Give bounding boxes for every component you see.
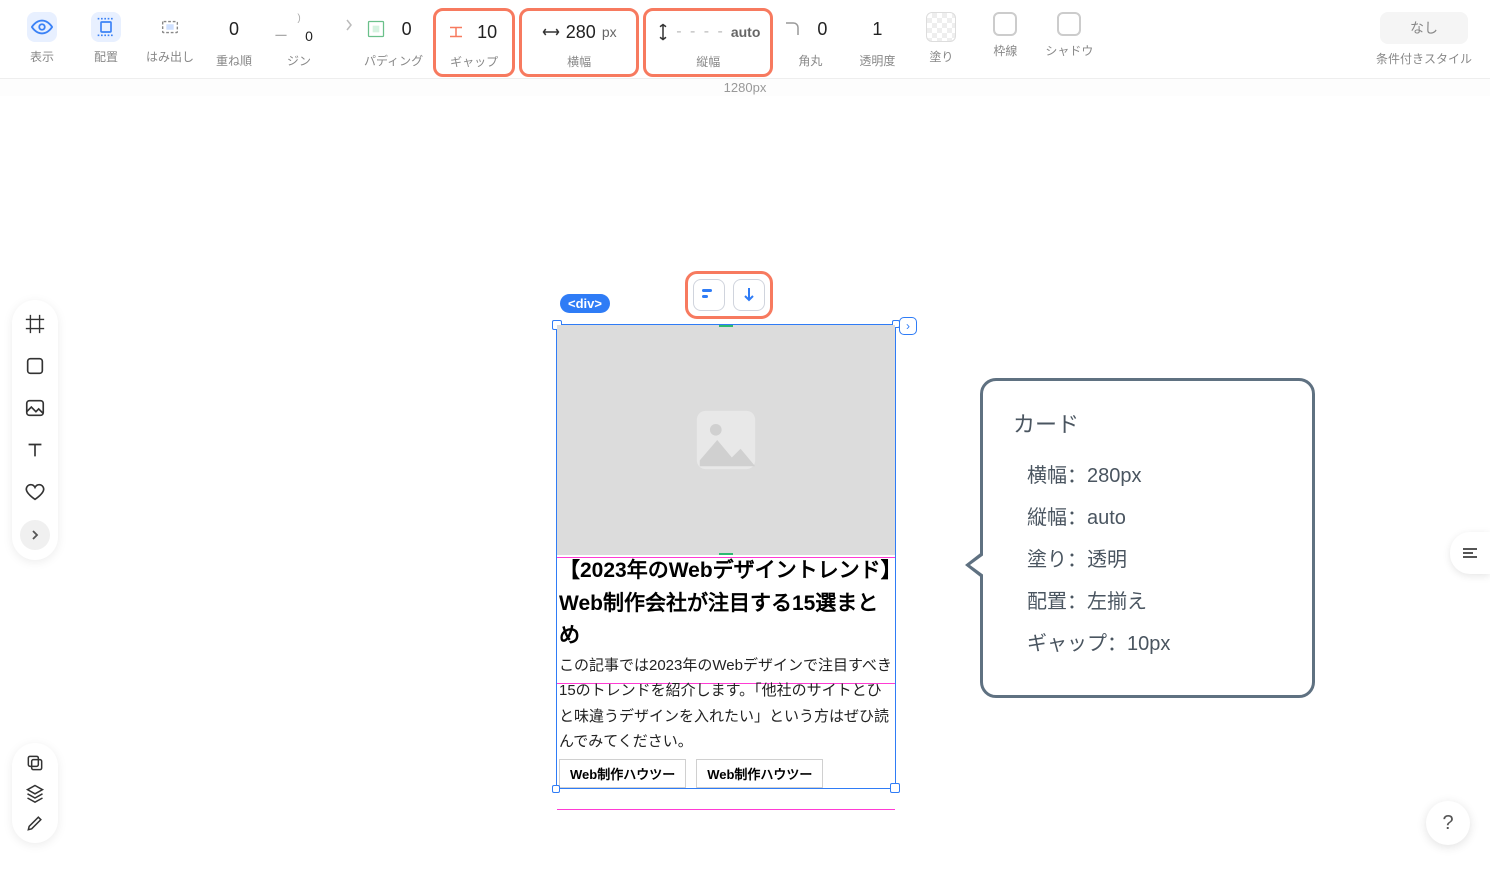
annotation-line: 塗り：透明 [1013, 539, 1282, 581]
zindex-label: 重ね順 [216, 52, 252, 69]
display-label: 表示 [30, 48, 54, 65]
height-label: 縦幅 [696, 53, 720, 70]
chevron-right-icon[interactable] [344, 8, 354, 42]
card-tag[interactable]: Web制作ハウツー [696, 759, 823, 788]
canvas[interactable]: <div> › 【2023年のWebデザイントレンド】Web制作会社が注目する1… [0, 96, 1490, 873]
overflow-icon [155, 12, 185, 42]
annotation-line: 横幅：280px [1013, 455, 1282, 497]
card-description: この記事では2023年のWebデザインで注目すべき15のトレンドを紹介します。「… [557, 653, 895, 755]
eye-icon [27, 12, 57, 42]
padding-label: パディング [364, 52, 423, 69]
border-checkbox [993, 12, 1017, 36]
padding-tool[interactable]: 0 パディング [358, 8, 429, 73]
gap-tool-highlighted[interactable]: 10 ギャップ [433, 8, 515, 77]
opacity-label: 透明度 [859, 52, 895, 69]
element-tag-label[interactable]: <div> [560, 294, 610, 313]
margin-label: ジン [287, 52, 311, 69]
height-icon [656, 23, 670, 41]
top-toolbar: 表示 配置 はみ出し 0 重ね順 ) ー 0 ジン 0 パディ [0, 0, 1490, 78]
image-placeholder-icon [691, 405, 761, 475]
radius-icon [783, 20, 801, 38]
conditional-label: 条件付きスタイル [1376, 50, 1472, 67]
gap-label: ギャップ [450, 53, 498, 70]
conditional-style-tool[interactable]: なし 条件付きスタイル [1370, 8, 1478, 71]
alignment-bubble-highlighted [685, 271, 773, 319]
shadow-label: シャドウ [1045, 42, 1093, 59]
right-panel-toggle[interactable] [1450, 532, 1490, 574]
display-tool[interactable]: 表示 [12, 8, 72, 69]
annotation-line: ギャップ：10px [1013, 623, 1282, 665]
align-top-left-button[interactable] [693, 279, 725, 311]
ruler: 1280px [0, 78, 1490, 96]
padding-icon [366, 19, 386, 39]
card-title: 【2023年のWebデザイントレンド】Web制作会社が注目する15選まとめ [557, 555, 895, 653]
align-label: 配置 [94, 48, 118, 65]
help-button[interactable]: ? [1426, 801, 1470, 845]
card-tag[interactable]: Web制作ハウツー [559, 759, 686, 788]
align-icon [91, 12, 121, 42]
selected-card-element[interactable]: › 【2023年のWebデザイントレンド】Web制作会社が注目する15選まとめ … [556, 324, 896, 789]
card-tag-row: Web制作ハウツー Web制作ハウツー [557, 755, 895, 788]
margin-tool[interactable]: ) ー 0 ジン [268, 8, 330, 73]
menu-icon [1461, 546, 1479, 560]
align-tool[interactable]: 配置 [76, 8, 136, 69]
selection-next-icon[interactable]: › [899, 317, 917, 335]
fill-tool[interactable]: 塗り [911, 8, 971, 69]
radius-label: 角丸 [798, 52, 822, 69]
annotation-tooltip: カード 横幅：280px 縦幅：auto 塗り：透明 配置：左揃え ギャップ：1… [980, 378, 1315, 698]
width-tool-highlighted[interactable]: 280 px 横幅 [519, 8, 639, 77]
overflow-tool[interactable]: はみ出し [140, 8, 200, 69]
annotation-title: カード [1013, 407, 1282, 439]
fill-label: 塗り [929, 48, 953, 65]
overflow-label: はみ出し [146, 48, 194, 65]
annotation-line: 縦幅：auto [1013, 497, 1282, 539]
height-tool-highlighted[interactable]: - - - - auto 縦幅 [643, 8, 773, 77]
radius-tool[interactable]: 0 角丸 [777, 8, 843, 73]
shadow-checkbox [1057, 12, 1081, 36]
width-icon [542, 25, 560, 39]
fill-icon [926, 12, 956, 42]
border-tool[interactable]: 枠線 [975, 8, 1035, 63]
width-label: 横幅 [567, 53, 591, 70]
direction-down-button[interactable] [733, 279, 765, 311]
opacity-tool[interactable]: 1 透明度 [847, 8, 907, 73]
zindex-tool[interactable]: 0 重ね順 [204, 8, 264, 73]
border-label: 枠線 [993, 42, 1017, 59]
conditional-style-button[interactable]: なし [1380, 12, 1468, 44]
shadow-tool[interactable]: シャドウ [1039, 8, 1099, 63]
ruler-width-label: 1280px [724, 80, 767, 95]
annotation-line: 配置：左揃え [1013, 581, 1282, 623]
gap-icon [446, 23, 466, 41]
card-image-placeholder [557, 325, 895, 555]
